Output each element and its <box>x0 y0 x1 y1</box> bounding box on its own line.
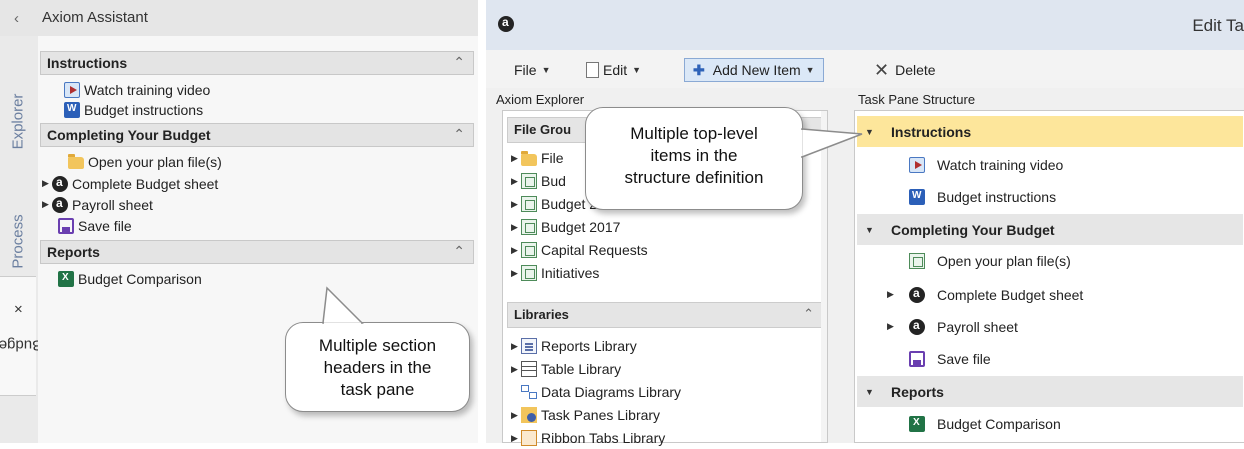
chevron-down-icon: ▼ <box>632 65 642 75</box>
edit-menu[interactable]: Edit ▼ <box>586 58 641 82</box>
expand-icon[interactable]: ▶ <box>887 289 897 300</box>
expand-icon[interactable]: ▶ <box>887 321 897 332</box>
structure-label: Task Pane Structure <box>858 92 976 107</box>
callout-pointer <box>799 128 863 159</box>
list-item[interactable]: ▶ Complete Budget sheet <box>42 173 218 194</box>
collapse-icon[interactable]: ▼ <box>865 225 875 235</box>
list-item[interactable]: Budget instructions <box>64 99 203 120</box>
tree-item[interactable]: ▶ Reports Library <box>511 335 637 357</box>
window-title-bar: Edit Ta <box>486 0 1244 50</box>
structure-row-completing[interactable]: ▼ Completing Your Budget <box>857 214 1243 245</box>
collapse-icon[interactable]: ⌃ <box>453 126 465 143</box>
expand-icon[interactable]: ▶ <box>42 199 52 210</box>
axiom-logo-icon <box>52 175 68 192</box>
video-icon <box>909 156 925 173</box>
task-pane-title-bar: ‹ Axiom Assistant <box>0 0 478 36</box>
tree-item[interactable]: ▶ Ribbon Tabs Library <box>511 427 665 449</box>
ribbon-icon <box>521 430 537 446</box>
report-icon <box>521 338 537 354</box>
structure-row[interactable]: Open your plan file(s) <box>857 245 1243 276</box>
section-header-reports[interactable]: Reports ⌃ <box>40 240 474 264</box>
chevron-down-icon: ▼ <box>805 65 815 75</box>
grid-file-icon <box>521 173 537 189</box>
vertical-tabs: Explorer Process Budget × <box>0 36 42 443</box>
window-title: Edit Ta <box>1192 16 1244 35</box>
structure-row[interactable]: Watch training video <box>857 149 1243 180</box>
file-menu[interactable]: File ▼ <box>514 58 550 82</box>
list-item[interactable]: Open your plan file(s) <box>58 151 222 172</box>
video-icon <box>64 81 80 98</box>
grid-file-icon <box>909 252 925 269</box>
delete-button[interactable]: ✕ Delete <box>874 58 936 82</box>
expand-icon[interactable]: ▶ <box>42 178 52 189</box>
list-item[interactable]: Budget Comparison <box>58 268 202 289</box>
axiom-logo-icon <box>52 196 68 213</box>
collapse-icon[interactable]: ▼ <box>865 127 875 137</box>
tree-item[interactable]: Data Diagrams Library <box>511 381 681 403</box>
grid-file-icon <box>521 219 537 235</box>
tree-item[interactable]: ▶ File <box>511 147 564 169</box>
chevron-left-icon[interactable]: ‹ <box>14 10 19 27</box>
section-header-instructions[interactable]: Instructions ⌃ <box>40 51 474 75</box>
collapse-icon[interactable]: ⌃ <box>453 243 465 260</box>
plus-icon: ✚ <box>693 61 705 78</box>
task-pane-icon <box>521 407 537 423</box>
task-pane-title: Axiom Assistant <box>42 9 148 26</box>
save-icon <box>909 350 925 367</box>
tree-item[interactable]: ▶ Capital Requests <box>511 239 648 261</box>
excel-icon <box>909 415 925 432</box>
grid-file-icon <box>521 242 537 258</box>
structure-row[interactable]: Save file <box>857 343 1243 374</box>
chevron-down-icon: ▼ <box>541 65 551 75</box>
tab-budget-label: Budget <box>0 336 42 354</box>
structure-row-instructions[interactable]: ▼ Instructions <box>857 116 1243 147</box>
table-icon <box>521 361 537 377</box>
tree-item[interactable]: ▶ Bud <box>511 170 566 192</box>
callout-top-level-items: Multiple top-level items in the structur… <box>585 107 803 210</box>
tree-item[interactable]: ▶ Task Panes Library <box>511 404 660 426</box>
scrollbar[interactable] <box>821 111 827 442</box>
list-item[interactable]: ▶ Payroll sheet <box>42 194 153 215</box>
edit-icon <box>586 62 599 78</box>
tree-item[interactable]: ▶ Table Library <box>511 358 621 380</box>
word-doc-icon <box>909 188 925 205</box>
structure-row[interactable]: ▶ Payroll sheet <box>857 311 1243 342</box>
section-header-completing[interactable]: Completing Your Budget ⌃ <box>40 123 474 147</box>
tab-process[interactable]: Process <box>0 196 36 286</box>
axiom-logo-icon <box>498 15 514 32</box>
grid-file-icon <box>521 196 537 212</box>
structure-row[interactable]: ▶ Complete Budget sheet <box>857 279 1243 310</box>
callout-section-headers: Multiple section headers in the task pan… <box>285 322 470 412</box>
word-doc-icon <box>64 101 80 118</box>
folder-icon <box>68 154 84 169</box>
edit-task-pane-window: Edit Ta File▼ Edit▼ ✚ Add New Item▼ ✕ De… <box>486 0 1244 446</box>
tree-item[interactable]: ▶ Initiatives <box>511 262 599 284</box>
folder-icon <box>521 150 537 166</box>
axiom-explorer-label: Axiom Explorer <box>496 92 585 107</box>
task-pane-structure-panel: ▼ Instructions Watch training video Budg… <box>854 110 1244 443</box>
close-icon[interactable]: × <box>14 300 23 317</box>
collapse-icon[interactable]: ⌃ <box>453 54 465 71</box>
list-item[interactable]: Save file <box>58 215 132 236</box>
save-icon <box>58 217 74 234</box>
structure-row-reports[interactable]: ▼ Reports <box>857 376 1243 407</box>
structure-row[interactable]: Budget instructions <box>857 181 1243 212</box>
delete-x-icon: ✕ <box>874 59 890 80</box>
diagram-icon <box>521 384 537 400</box>
excel-icon <box>58 270 74 287</box>
grid-file-icon <box>521 265 537 281</box>
axiom-logo-icon <box>909 318 925 335</box>
tab-explorer[interactable]: Explorer <box>0 76 36 166</box>
collapse-icon[interactable]: ▼ <box>865 387 875 397</box>
tree-item[interactable]: ▶ Budget 2017 <box>511 216 620 238</box>
section-header-libraries[interactable]: Libraries ⌃ <box>507 302 823 328</box>
list-item[interactable]: Watch training video <box>64 79 210 100</box>
add-new-item-button[interactable]: ✚ Add New Item ▼ <box>684 58 824 82</box>
tab-budget[interactable]: Budget × <box>0 276 42 396</box>
structure-row[interactable]: Budget Comparison <box>857 408 1243 439</box>
axiom-logo-icon <box>909 286 925 303</box>
toolbar: File ▼ Edit ▼ ✚ Add New Item ▼ ✕ Delete <box>486 50 1244 88</box>
collapse-icon[interactable]: ⌃ <box>803 306 814 322</box>
